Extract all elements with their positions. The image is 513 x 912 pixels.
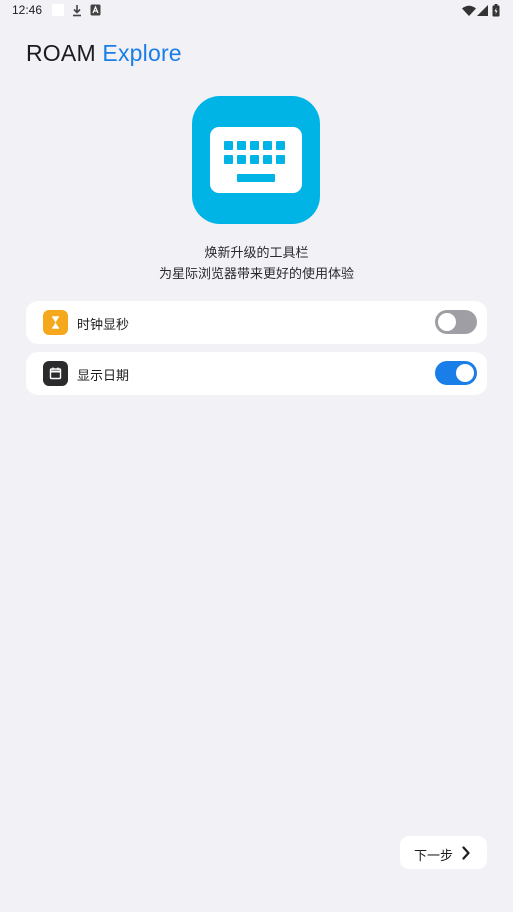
status-bar: 12:46 [0, 0, 513, 22]
calendar-icon [43, 361, 68, 386]
toggle-knob [456, 364, 474, 382]
hourglass-icon [43, 310, 68, 335]
status-time: 12:46 [12, 3, 43, 17]
app-title: ROAM Explore [26, 40, 182, 67]
a-notification-icon [90, 4, 101, 16]
setting-label: 显示日期 [77, 369, 130, 384]
next-button-label: 下一步 [414, 849, 454, 864]
hero-description: 为星际浏览器带来更好的使用体验 [158, 267, 354, 282]
hero-headline: 焕新升级的工具栏 [204, 246, 309, 261]
setting-clock-seconds: 时钟显秒 [26, 301, 487, 344]
download-icon [73, 5, 81, 17]
app-title-roam: ROAM [26, 40, 96, 66]
setting-label: 时钟显秒 [77, 318, 130, 333]
show-date-toggle[interactable] [435, 361, 477, 385]
next-button[interactable]: 下一步 [400, 836, 487, 869]
setting-show-date: 显示日期 [26, 352, 487, 395]
white-square-icon [52, 4, 64, 16]
keyboard-icon [210, 127, 302, 193]
toggle-knob [438, 313, 456, 331]
wifi-icon [462, 5, 476, 16]
signal-icon [477, 5, 488, 16]
app-title-explore: Explore [102, 40, 182, 66]
clock-seconds-toggle[interactable] [435, 310, 477, 334]
hero-app-icon [192, 96, 320, 224]
battery-icon [492, 4, 500, 17]
chevron-right-icon [462, 846, 470, 860]
